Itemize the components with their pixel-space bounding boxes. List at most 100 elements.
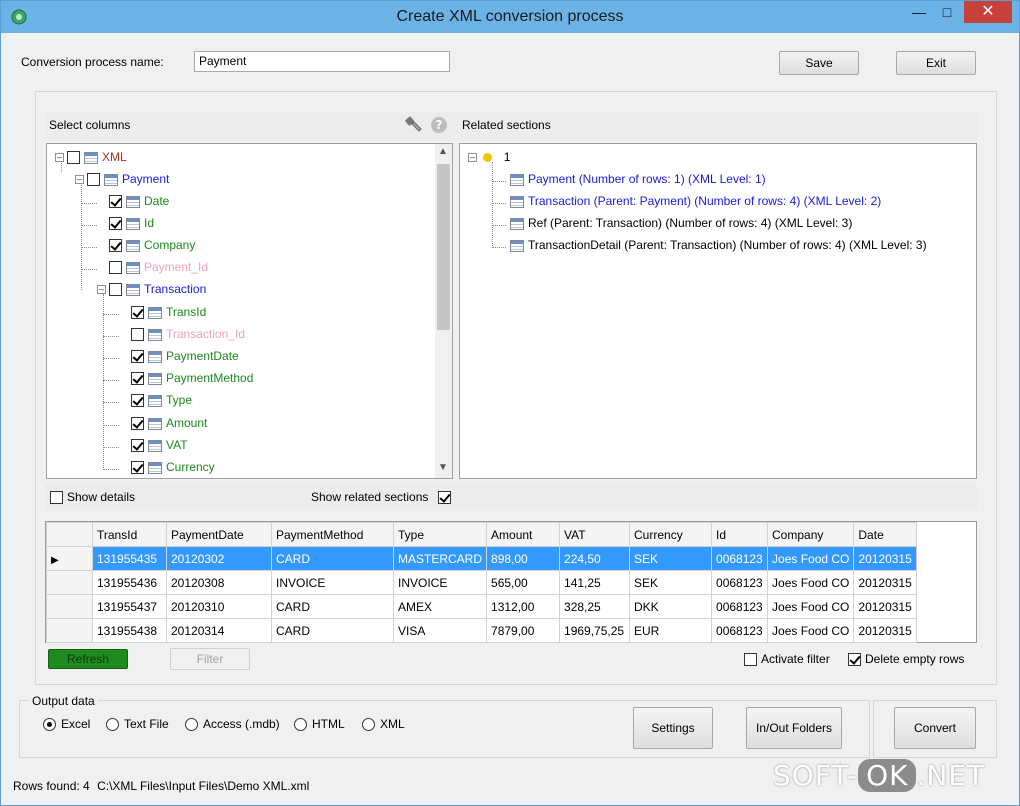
table-cell[interactable]: 20120315 <box>853 594 917 619</box>
tree-item-company[interactable]: Company <box>109 236 195 254</box>
related-item-ref[interactable]: Ref (Parent: Transaction) (Number of row… <box>510 214 852 232</box>
table-cell[interactable]: 7879,00 <box>486 618 561 643</box>
convert-button[interactable]: Convert <box>894 707 976 749</box>
table-cell[interactable]: 131955438 <box>92 618 167 643</box>
table-cell[interactable]: CARD <box>271 594 394 619</box>
tree-checkbox[interactable] <box>109 239 122 253</box>
collapse-icon[interactable]: – <box>75 175 84 185</box>
tree-checkbox[interactable] <box>131 394 144 408</box>
settings-button[interactable]: Settings <box>633 707 713 749</box>
table-cell[interactable]: CARD <box>271 546 394 571</box>
tree-item-amount[interactable]: Amount <box>131 414 207 432</box>
radio-button[interactable] <box>185 718 198 732</box>
minimize-button[interactable]: — <box>905 1 933 23</box>
tree-item-transaction[interactable]: – Transaction <box>97 280 206 298</box>
data-grid[interactable]: TransId PaymentDate PaymentMethod Type A… <box>45 521 977 643</box>
column-header[interactable]: VAT <box>559 522 631 547</box>
column-header[interactable]: Company <box>767 522 855 547</box>
column-header[interactable]: Amount <box>486 522 561 547</box>
table-cell[interactable]: DKK <box>629 594 713 619</box>
collapse-icon[interactable]: – <box>468 153 477 163</box>
maximize-button[interactable]: □ <box>933 1 961 23</box>
table-cell[interactable]: 898,00 <box>486 546 561 571</box>
table-cell[interactable]: Joes Food CO <box>767 546 855 571</box>
tree-item-currency[interactable]: Currency <box>131 458 215 476</box>
show-related-checkbox[interactable] <box>437 491 451 505</box>
table-cell[interactable]: 20120315 <box>853 570 917 595</box>
table-cell[interactable]: AMEX <box>392 594 488 619</box>
table-cell[interactable]: 0068123 <box>711 570 769 595</box>
table-cell[interactable]: SEK <box>629 570 713 595</box>
table-cell[interactable]: 20120315 <box>853 618 917 643</box>
row-selector[interactable]: ▶ <box>46 546 93 571</box>
show-related-option[interactable]: Show related sections <box>311 490 455 505</box>
table-cell[interactable]: 328,25 <box>559 594 631 619</box>
save-button[interactable]: Save <box>779 51 859 75</box>
related-item-transactiondetail[interactable]: TransactionDetail (Parent: Transaction) … <box>510 236 927 254</box>
table-cell[interactable]: 131955435 <box>92 546 167 571</box>
table-cell[interactable]: 1969,75,25 <box>559 618 631 643</box>
related-item-transaction[interactable]: Transaction (Parent: Payment) (Number of… <box>510 192 881 210</box>
column-header[interactable]: Type <box>392 522 488 547</box>
tree-checkbox[interactable] <box>131 461 144 475</box>
table-cell[interactable]: INVOICE <box>271 570 394 595</box>
table-cell[interactable]: 20120314 <box>166 618 272 643</box>
show-details-checkbox[interactable] <box>50 491 63 505</box>
table-cell[interactable]: 20120315 <box>853 546 917 571</box>
tree-checkbox[interactable] <box>109 217 122 231</box>
tree-item-payment-id[interactable]: Payment_Id <box>109 258 208 276</box>
tree-checkbox[interactable] <box>131 350 144 364</box>
row-selector[interactable] <box>46 618 93 643</box>
tree-checkbox[interactable] <box>109 261 122 275</box>
table-cell[interactable]: INVOICE <box>392 570 488 595</box>
column-header[interactable]: Currency <box>629 522 713 547</box>
related-item-payment[interactable]: Payment (Number of rows: 1) (XML Level: … <box>510 170 766 188</box>
tree-item-xml[interactable]: – XML <box>55 148 127 166</box>
tree-checkbox[interactable] <box>109 283 122 297</box>
scroll-up-icon[interactable]: ▲ <box>438 146 448 157</box>
table-cell[interactable]: 224,50 <box>559 546 631 571</box>
radio-xml[interactable]: XML <box>362 717 405 732</box>
column-header[interactable]: PaymentDate <box>166 522 272 547</box>
related-sections-tree[interactable]: – 1 Payment (Number of rows: 1) (XML Lev… <box>459 143 977 479</box>
table-row[interactable]: 131955438 20120314 CARD VISA 7879,00 196… <box>46 618 917 643</box>
activate-filter-checkbox[interactable] <box>744 653 757 667</box>
table-cell[interactable]: 20120308 <box>166 570 272 595</box>
row-selector[interactable] <box>46 570 93 595</box>
table-cell[interactable]: 1312,00 <box>486 594 561 619</box>
radio-button[interactable] <box>294 718 307 732</box>
tree-item-transid[interactable]: TransId <box>131 303 206 321</box>
radio-button[interactable] <box>106 718 119 732</box>
table-cell[interactable]: 131955437 <box>92 594 167 619</box>
delete-empty-option[interactable]: Delete empty rows <box>848 652 964 667</box>
table-cell[interactable]: EUR <box>629 618 713 643</box>
tree-item-transaction-id[interactable]: Transaction_Id <box>131 325 245 343</box>
table-row[interactable]: ▶ 131955435 20120302 CARD MASTERCARD 898… <box>46 546 917 571</box>
tree-checkbox[interactable] <box>131 372 144 386</box>
show-details-option[interactable]: Show details <box>50 490 135 505</box>
brush-icon[interactable] <box>404 115 424 135</box>
collapse-icon[interactable]: – <box>55 153 64 163</box>
tree-item-date[interactable]: Date <box>109 192 169 210</box>
table-cell[interactable]: 20120302 <box>166 546 272 571</box>
delete-empty-checkbox[interactable] <box>848 653 861 667</box>
radio-excel[interactable]: Excel <box>43 717 90 732</box>
tree-item-payment[interactable]: – Payment <box>75 170 169 188</box>
tree-checkbox[interactable] <box>67 151 80 165</box>
radio-html[interactable]: HTML <box>294 717 345 732</box>
tree-checkbox[interactable] <box>109 195 122 209</box>
table-cell[interactable]: 0068123 <box>711 618 769 643</box>
radio-access[interactable]: Access (.mdb) <box>185 717 280 732</box>
refresh-button[interactable]: Refresh <box>48 649 128 669</box>
title-bar[interactable]: Create XML conversion process — □ ✕ <box>1 1 1019 33</box>
column-header[interactable]: Date <box>853 522 917 547</box>
tree-scrollbar[interactable]: ▲ ▼ <box>435 144 452 478</box>
tree-checkbox[interactable] <box>131 439 144 453</box>
table-cell[interactable]: SEK <box>629 546 713 571</box>
activate-filter-option[interactable]: Activate filter <box>744 652 830 667</box>
in-out-folders-button[interactable]: In/Out Folders <box>746 707 842 749</box>
table-cell[interactable]: CARD <box>271 618 394 643</box>
table-cell[interactable]: 131955436 <box>92 570 167 595</box>
exit-button[interactable]: Exit <box>896 51 976 75</box>
scroll-down-icon[interactable]: ▼ <box>438 462 448 473</box>
